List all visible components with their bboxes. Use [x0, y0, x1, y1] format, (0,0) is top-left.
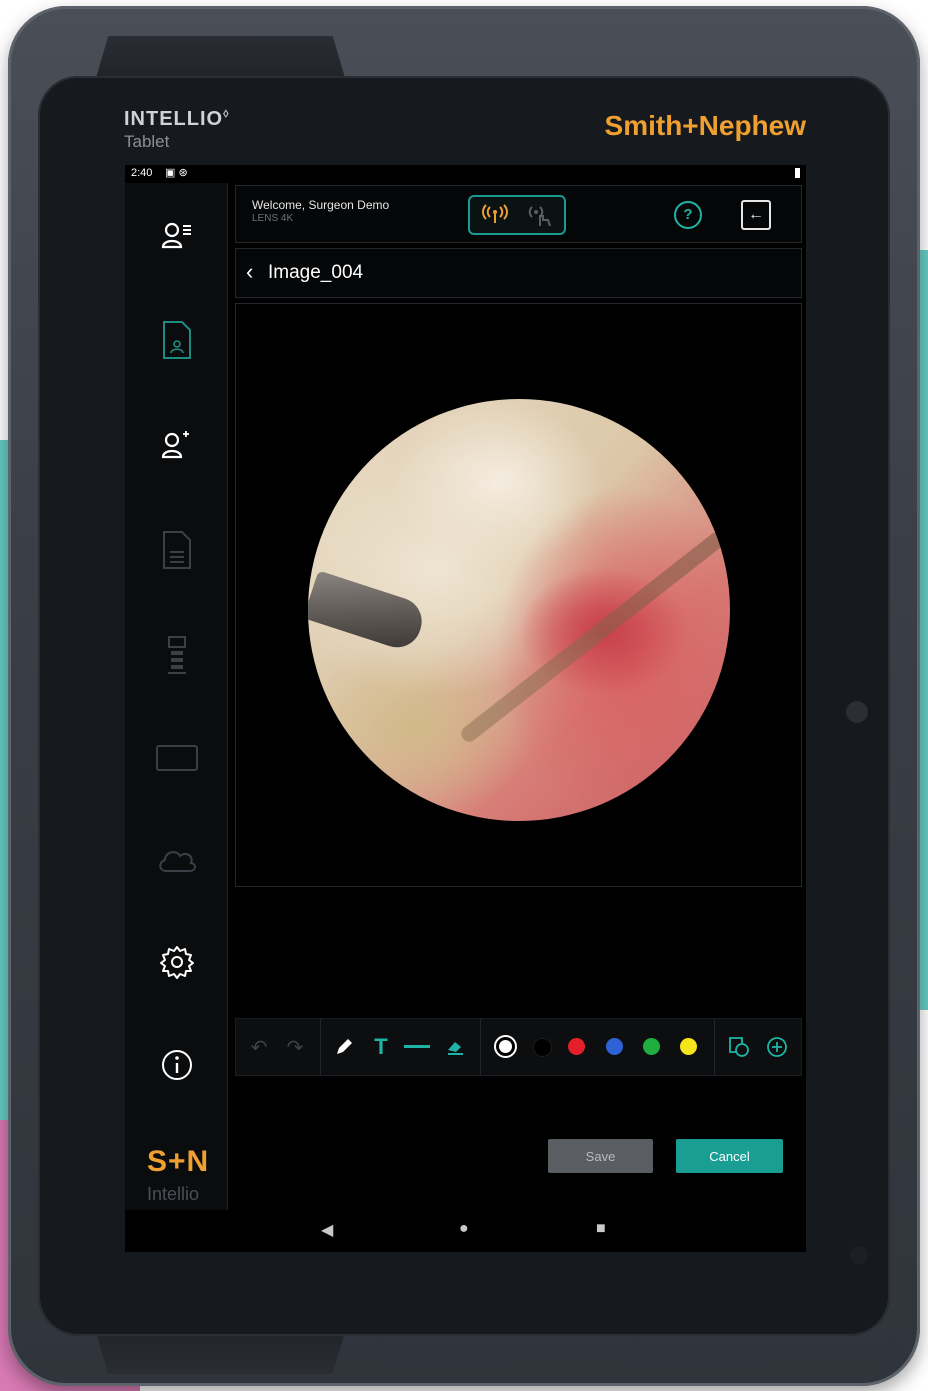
sidebar: S+N Intellio: [125, 183, 228, 1210]
battery-icon: [795, 168, 800, 178]
cloud-icon: [159, 851, 196, 872]
sim-icon: ▣: [165, 167, 176, 179]
sidebar-item-patient-file[interactable]: [155, 318, 199, 362]
color-swatch-blue[interactable]: [606, 1038, 623, 1055]
user-list-icon: [161, 222, 191, 249]
logout-button[interactable]: ←: [741, 200, 771, 230]
image-fissure: [458, 529, 728, 745]
add-icon[interactable]: [762, 1019, 792, 1075]
image-title-bar: ‹ Image_004: [235, 248, 802, 298]
back-chevron-icon[interactable]: ‹: [246, 259, 253, 285]
eraser-icon[interactable]: [442, 1019, 468, 1075]
screen: 2:40 ▣ ⊛ S+N Intellio Welcome, Surgeon D…: [125, 165, 806, 1252]
product-brand: INTELLIO◊: [124, 108, 230, 130]
logout-icon: ←: [748, 206, 764, 223]
sensor-dot: [850, 1246, 868, 1264]
color-swatch-red[interactable]: [568, 1038, 585, 1055]
annotation-toolbar: ↶ ↷ T: [235, 1018, 802, 1076]
company-logo: Smith+Nephew: [604, 110, 806, 141]
nav-home-icon[interactable]: ●: [459, 1220, 469, 1238]
document-icon: [163, 531, 191, 569]
image-viewer[interactable]: [235, 303, 802, 887]
help-button[interactable]: ?: [674, 201, 702, 229]
gear-icon: [160, 946, 194, 979]
toolbar-divider: [480, 1019, 481, 1075]
endoscopic-image[interactable]: [308, 399, 730, 821]
save-button[interactable]: Save: [548, 1139, 653, 1173]
cancel-button[interactable]: Cancel: [676, 1139, 783, 1173]
status-time: 2:40: [131, 167, 153, 179]
sidebar-item-info[interactable]: [155, 1043, 199, 1087]
device-name: LENS 4K: [252, 213, 294, 224]
welcome-text: Welcome, Surgeon Demo: [252, 198, 390, 212]
info-icon: [162, 1050, 192, 1080]
sidebar-item-cloud[interactable]: [155, 838, 199, 882]
pencil-icon[interactable]: [330, 1019, 358, 1075]
android-nav-bar: ◀ ● ■: [125, 1210, 806, 1252]
sn-logo: S+N: [147, 1145, 210, 1178]
nav-back-icon[interactable]: ◀: [321, 1220, 333, 1240]
tower-icon: [168, 636, 186, 674]
sidebar-item-display[interactable]: [155, 736, 199, 780]
display-icon: [156, 745, 198, 771]
sidebar-item-document[interactable]: [155, 528, 199, 572]
toolbar-divider: [714, 1019, 715, 1075]
undo-icon[interactable]: ↶: [244, 1019, 274, 1075]
text-icon[interactable]: T: [368, 1019, 394, 1075]
status-icons: ▣ ⊛: [165, 166, 188, 179]
patient-file-icon: [163, 321, 191, 359]
sidebar-item-user-list[interactable]: [155, 213, 199, 257]
touch-signal-icon[interactable]: [526, 204, 554, 233]
image-instrument: [308, 570, 428, 654]
sidebar-item-tower[interactable]: [155, 633, 199, 677]
sync-icon: ⊛: [178, 167, 188, 179]
sidebar-item-add-user[interactable]: [155, 423, 199, 467]
color-swatch-green[interactable]: [643, 1038, 660, 1055]
color-swatch-black[interactable]: [533, 1038, 552, 1057]
sn-logo-sub: Intellio: [147, 1184, 200, 1204]
header-bar: Welcome, Surgeon Demo LENS 4K ? ←: [235, 185, 802, 243]
copy-icon[interactable]: [724, 1019, 754, 1075]
line-icon[interactable]: [402, 1019, 432, 1075]
color-swatch-white[interactable]: [494, 1035, 517, 1058]
nav-recents-icon[interactable]: ■: [596, 1220, 606, 1238]
side-button: [846, 701, 868, 723]
sidebar-item-settings[interactable]: [155, 940, 199, 984]
connection-toggle[interactable]: [468, 195, 566, 235]
add-user-icon: [161, 431, 189, 459]
image-title: Image_004: [268, 262, 364, 283]
toolbar-divider: [320, 1019, 321, 1075]
status-bar: 2:40 ▣ ⊛: [125, 165, 806, 183]
product-sub-brand: Tablet: [124, 132, 170, 151]
redo-icon[interactable]: ↷: [280, 1019, 310, 1075]
color-swatch-yellow[interactable]: [680, 1038, 697, 1055]
signal-icon[interactable]: [482, 204, 508, 229]
